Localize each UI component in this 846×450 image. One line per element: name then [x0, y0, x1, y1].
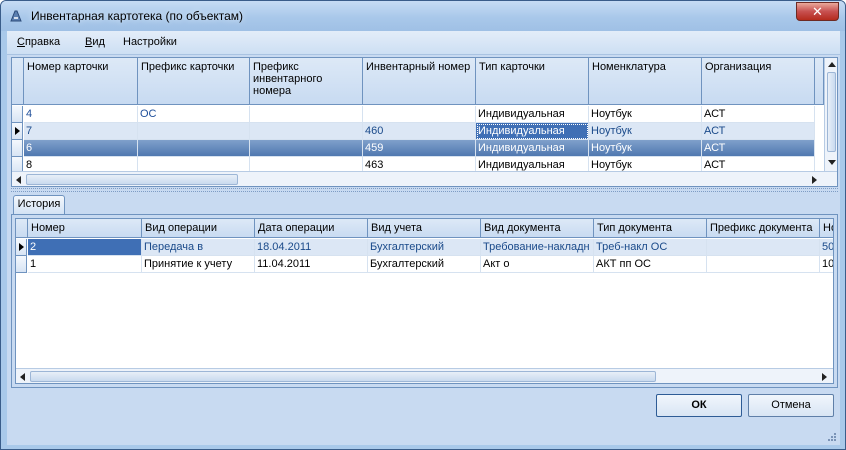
history-grid-header: Номер Вид операции Дата операции Вид уче… — [16, 219, 833, 238]
cell-document-kind: Акт о — [481, 256, 594, 273]
cell-inv-prefix — [250, 106, 363, 123]
table-row-selected[interactable]: 6 459 Индивидуальная Ноутбук АСТ — [12, 140, 824, 157]
current-row-arrow-icon — [19, 243, 24, 251]
header-corner — [12, 58, 24, 105]
splitter[interactable] — [11, 188, 838, 192]
cell-number-cut: 50 — [820, 239, 833, 256]
cell-card-type: Индивидуальная — [476, 106, 589, 123]
table-row[interactable]: 7 460 Индивидуальная Ноутбук АСТ — [12, 123, 824, 140]
col-header-inv-number[interactable]: Инвентарный номер — [363, 58, 476, 105]
cell-accounting-type: Бухгалтерский — [368, 239, 481, 256]
cell-document-prefix — [707, 256, 820, 273]
col-header-card-number[interactable]: Номер карточки — [24, 58, 138, 105]
history-tab-panel: Номер Вид операции Дата операции Вид уче… — [11, 214, 838, 388]
cell-organization: АСТ — [702, 106, 815, 123]
cell-nomenclature: Ноутбук — [589, 123, 702, 140]
col-header-operation-type[interactable]: Вид операции — [142, 219, 255, 238]
col-header-inv-prefix[interactable]: Префикс инвентарного номера — [250, 58, 363, 105]
col-header-nomenclature[interactable]: Номенклатура — [589, 58, 702, 105]
cell-document-kind: Требование-накладн — [481, 239, 594, 256]
scroll-thumb[interactable] — [30, 371, 656, 382]
scroll-thumb[interactable] — [26, 174, 238, 185]
table-row[interactable]: 1 Принятие к учету 11.04.2011 Бухгалтерс… — [16, 256, 833, 273]
row-indicator[interactable] — [12, 106, 23, 123]
title-bar[interactable]: Инвентарная картотека (по объектам) ✕ — [1, 1, 845, 31]
cell-number-focused[interactable]: 2 — [28, 239, 142, 256]
scroll-right-icon[interactable] — [812, 176, 817, 184]
row-indicator[interactable] — [12, 123, 23, 140]
cell-number-cut: 10 — [820, 256, 833, 273]
cell-card-number: 7 — [24, 123, 138, 140]
row-indicator[interactable] — [12, 140, 23, 157]
col-header-operation-date[interactable]: Дата операции — [255, 219, 368, 238]
cell-card-number: 4 — [24, 106, 138, 123]
menu-bar: Справка Вид Настройки — [7, 31, 840, 55]
col-header-organization[interactable]: Организация — [702, 58, 815, 105]
cell-document-type: АКТ пп ОС — [594, 256, 707, 273]
cell-inv-number: 460 — [363, 123, 476, 140]
cell-operation-type: Принятие к учету — [142, 256, 255, 273]
table-row[interactable]: 4 ОС Индивидуальная Ноутбук АСТ — [12, 106, 824, 123]
col-header-number-cut[interactable]: Но — [820, 219, 833, 238]
cell-operation-date: 18.04.2011 — [255, 239, 368, 256]
cell-inv-prefix — [250, 123, 363, 140]
table-row[interactable]: 2 Передача в 18.04.2011 Бухгалтерский Тр… — [16, 239, 833, 256]
cell-operation-date: 11.04.2011 — [255, 256, 368, 273]
cell-accounting-type: Бухгалтерский — [368, 256, 481, 273]
cell-card-prefix: ОС — [138, 106, 250, 123]
row-indicator[interactable] — [16, 256, 27, 273]
cards-horizontal-scrollbar[interactable] — [12, 171, 837, 186]
app-window: Инвентарная картотека (по объектам) ✕ Сп… — [0, 0, 846, 450]
col-header-card-type[interactable]: Тип карточки — [476, 58, 589, 105]
col-header-document-kind[interactable]: Вид документа — [481, 219, 594, 238]
cell-inv-number: 459 — [363, 140, 476, 157]
cell-nomenclature: Ноутбук — [589, 140, 702, 157]
col-header-card-prefix[interactable]: Префикс карточки — [138, 58, 250, 105]
close-button[interactable]: ✕ — [796, 2, 839, 21]
history-horizontal-scrollbar[interactable] — [16, 368, 833, 383]
scroll-left-icon[interactable] — [16, 176, 21, 184]
scroll-up-icon[interactable] — [828, 62, 836, 67]
cell-organization: АСТ — [702, 123, 815, 140]
cards-grid-header: Номер карточки Префикс карточки Префикс … — [12, 58, 824, 105]
cell-nomenclature: Ноутбук — [589, 106, 702, 123]
cell-card-number: 6 — [24, 140, 138, 157]
col-header-document-type[interactable]: Тип документа — [594, 219, 707, 238]
history-grid[interactable]: Номер Вид операции Дата операции Вид уче… — [15, 218, 834, 384]
scroll-down-icon[interactable] — [828, 160, 836, 165]
col-header-more — [815, 58, 824, 105]
cell-card-type: Индивидуальная — [476, 140, 589, 157]
row-indicator[interactable] — [16, 239, 27, 256]
cards-vertical-scrollbar[interactable] — [824, 58, 837, 171]
menu-item-view[interactable]: Вид — [85, 36, 105, 48]
menu-item-help[interactable]: Справка — [17, 36, 60, 48]
app-icon — [10, 10, 22, 22]
cell-inv-number — [363, 106, 476, 123]
tab-history[interactable]: История — [13, 195, 65, 214]
resize-grip-icon[interactable] — [826, 431, 836, 441]
cell-operation-type: Передача в — [142, 239, 255, 256]
cards-grid[interactable]: Номер карточки Префикс карточки Префикс … — [11, 57, 838, 187]
client-area: Справка Вид Настройки Номер карточки Пре… — [7, 31, 840, 445]
scroll-thumb[interactable] — [827, 72, 836, 152]
window-title: Инвентарная картотека (по объектам) — [31, 9, 244, 23]
cell-organization: АСТ — [702, 140, 815, 157]
scroll-left-icon[interactable] — [20, 373, 25, 381]
cell-card-prefix — [138, 140, 250, 157]
cancel-button[interactable]: Отмена — [748, 394, 834, 417]
cell-document-prefix — [707, 239, 820, 256]
ok-button[interactable]: ОК — [656, 394, 742, 417]
cell-card-prefix — [138, 123, 250, 140]
col-header-number[interactable]: Номер — [28, 219, 142, 238]
header-corner — [16, 219, 28, 238]
current-row-arrow-icon — [15, 127, 20, 135]
cell-document-type: Треб-накл ОС — [594, 239, 707, 256]
cell-number: 1 — [28, 256, 142, 273]
col-header-document-prefix[interactable]: Префикс документа — [707, 219, 820, 238]
cell-inv-prefix — [250, 140, 363, 157]
cell-card-type-focused[interactable]: Индивидуальная — [476, 123, 589, 140]
col-header-accounting-type[interactable]: Вид учета — [368, 219, 481, 238]
menu-item-settings[interactable]: Настройки — [123, 36, 177, 48]
scroll-right-icon[interactable] — [822, 373, 827, 381]
